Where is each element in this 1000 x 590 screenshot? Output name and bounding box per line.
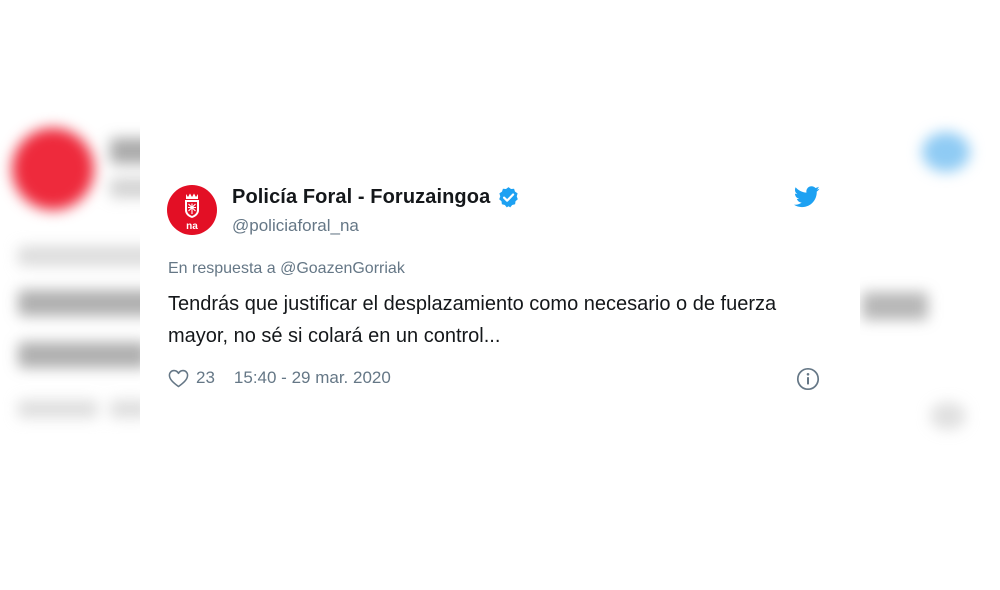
blurred-text-line bbox=[862, 292, 928, 320]
display-name[interactable]: Policía Foral - Foruzaingoa bbox=[232, 186, 490, 209]
reply-handle-link[interactable]: @GoazenGorriak bbox=[280, 260, 405, 277]
heart-icon[interactable] bbox=[168, 369, 189, 388]
blurred-twitter-icon bbox=[922, 132, 970, 172]
blurred-info-icon bbox=[930, 402, 966, 430]
tweet-card: na Policía Foral - Foruzaingoa @policiaf… bbox=[140, 122, 860, 442]
info-icon[interactable] bbox=[796, 367, 820, 391]
reply-prefix: En respuesta a bbox=[168, 260, 276, 277]
user-handle[interactable]: @policiaforal_na bbox=[232, 216, 359, 236]
avatar-text: na bbox=[186, 221, 198, 232]
twitter-bird-icon[interactable] bbox=[793, 186, 820, 208]
blurred-avatar bbox=[12, 128, 94, 210]
reply-context: En respuesta a @GoazenGorriak bbox=[168, 260, 405, 278]
tweet-footer: 23 15:40 - 29 mar. 2020 bbox=[168, 368, 391, 388]
timestamp-link[interactable]: 15:40 - 29 mar. 2020 bbox=[234, 368, 391, 388]
tweet-text: Tendrás que justificar el desplazamiento… bbox=[168, 293, 777, 347]
shield-logo-icon: na bbox=[185, 193, 199, 232]
name-row: Policía Foral - Foruzaingoa bbox=[232, 186, 520, 209]
avatar[interactable]: na bbox=[167, 185, 217, 235]
verified-badge-icon bbox=[497, 186, 520, 209]
blurred-text-line bbox=[18, 342, 148, 368]
like-count: 23 bbox=[196, 368, 215, 387]
blurred-text-line bbox=[18, 290, 158, 316]
blurred-footer bbox=[18, 400, 98, 418]
